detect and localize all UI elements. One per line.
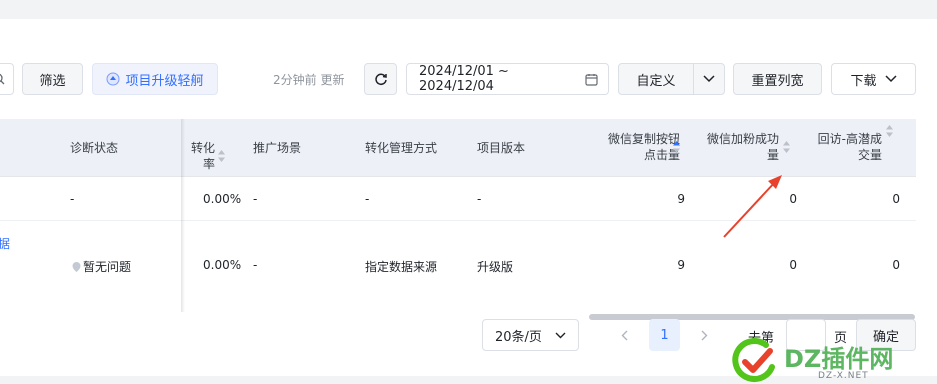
header-revisit-line1: 回访-高潜成 — [817, 132, 882, 146]
header-conversion-rate-label: 转化率 — [190, 141, 215, 171]
header-diag-status: 诊断状态 — [70, 141, 119, 155]
calendar-icon — [585, 73, 598, 86]
page-size-select[interactable]: 20条/页 — [482, 319, 579, 351]
header-project-version: 项目版本 — [477, 141, 526, 155]
custom-dropdown-button[interactable] — [693, 63, 725, 95]
watermark-logo-icon — [732, 338, 775, 382]
cell-conversion-rate: 0.00% — [203, 258, 242, 272]
reset-column-width-button[interactable]: 重置列宽 — [733, 63, 822, 95]
chevron-down-icon — [884, 75, 897, 83]
cell-revisit-high-potential: 0 — [892, 258, 900, 272]
current-page-number: 1 — [660, 327, 669, 343]
cell-wechat-add-fans: 0 — [789, 258, 797, 272]
filter-button[interactable]: 筛选 — [22, 63, 83, 95]
watermark-domain: DZ-X.NET — [818, 371, 869, 381]
cell-promo-scene: - — [253, 192, 258, 206]
cell-diag-status: 暂无问题 — [72, 258, 131, 275]
search-button[interactable] — [0, 63, 14, 95]
header-revisit-line2: 交量 — [857, 148, 882, 162]
cell-conversion-rate: 0.00% — [203, 192, 242, 206]
upgrade-project-label: 项目升级轻舸 — [125, 73, 204, 89]
header-promo-scene: 推广场景 — [253, 141, 302, 155]
annotation-arrow — [723, 175, 782, 238]
cell-project-version: 升级版 — [477, 260, 514, 274]
chevron-down-icon — [703, 75, 715, 83]
sort-icon — [783, 141, 790, 153]
custom-button-label: 自定义 — [636, 73, 676, 89]
sort-icon — [673, 141, 680, 153]
filter-button-label: 筛选 — [39, 73, 66, 89]
refresh-icon — [374, 72, 388, 86]
header-wechat-add-fans[interactable]: 微信加粉成功 量 — [690, 131, 790, 163]
watermark-brand: DZ插件网 — [784, 345, 894, 373]
cell-revisit-high-potential: 0 — [892, 192, 900, 206]
cell-project-name-link[interactable]: 据 — [0, 235, 10, 252]
header-conversion-mgmt: 转化管理方式 — [365, 141, 438, 155]
cell-conversion-mgmt: 指定数据来源 — [365, 260, 438, 274]
main-panel: 筛选 项目升级轻舸 2分钟前 更新 2024/12/01 ~ 2024/12/0… — [0, 19, 937, 382]
sort-icon — [886, 125, 893, 137]
prev-page-button[interactable] — [612, 319, 636, 351]
cell-diag-status: - — [70, 192, 75, 206]
cell-wechat-copy-clicks: 9 — [677, 258, 685, 272]
date-range-value: 2024/12/01 ~ 2024/12/04 — [419, 64, 509, 94]
header-wechat-copy-clicks[interactable]: 微信复制按钮 点击量 — [580, 131, 680, 163]
chevron-right-icon — [701, 330, 707, 340]
download-button[interactable]: 下载 — [831, 63, 916, 95]
header-wechat-copy-line1: 微信复制按钮 — [607, 132, 680, 146]
header-revisit-high-potential[interactable]: 回访-高潜成 交量 — [800, 125, 893, 163]
search-icon — [0, 73, 7, 85]
table-header: 诊断状态 转化率 推广场景 转化管理方式 项目版本 微信复制按钮 点击量 微信加… — [0, 119, 916, 177]
cell-diag-status-label: 暂无问题 — [83, 260, 132, 274]
frozen-column-shadow — [181, 119, 185, 312]
chevron-left-icon — [621, 330, 627, 340]
header-conversion-rate[interactable]: 转化率 — [181, 140, 225, 172]
cell-wechat-copy-clicks: 9 — [677, 192, 685, 206]
reset-column-width-label: 重置列宽 — [751, 73, 804, 89]
download-button-label: 下载 — [850, 73, 877, 89]
header-wechat-add-line1: 微信加粉成功 — [706, 132, 779, 146]
date-range-picker[interactable]: 2024/12/01 ~ 2024/12/04 — [406, 63, 609, 95]
sort-icon — [218, 150, 225, 162]
status-dot-icon — [72, 262, 81, 272]
custom-button[interactable]: 自定义 — [618, 63, 694, 95]
cell-conversion-mgmt: - — [365, 192, 370, 206]
cell-promo-scene: - — [253, 258, 258, 272]
upgrade-project-button[interactable]: 项目升级轻舸 — [92, 63, 218, 95]
refresh-button[interactable] — [364, 63, 397, 95]
next-page-button[interactable] — [692, 319, 716, 351]
toolbar: 筛选 项目升级轻舸 2分钟前 更新 2024/12/01 ~ 2024/12/0… — [0, 63, 937, 95]
cell-project-version: - — [477, 192, 482, 206]
updated-time-text: 2分钟前 更新 — [273, 73, 345, 87]
page-button-current[interactable]: 1 — [649, 319, 680, 351]
upgrade-icon — [106, 72, 120, 86]
chevron-down-icon — [555, 332, 566, 339]
page-size-value: 20条/页 — [495, 329, 542, 345]
